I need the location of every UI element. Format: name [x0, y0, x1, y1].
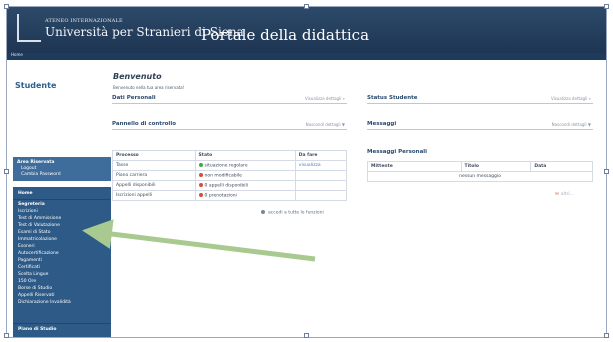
- sidebar-item-esoneri[interactable]: Esoneri: [18, 244, 35, 249]
- table-row: Iscrizioni appelli 0 prenotazioni: [112, 190, 348, 201]
- resize-handle[interactable]: [4, 169, 9, 174]
- main-content: Benvenuto Benvenuto nella tua area riser…: [112, 63, 597, 333]
- access-functions-label: accedi a tutte le funzioni: [268, 210, 324, 216]
- university-subtitle: ATENEO INTERNAZIONALE: [45, 18, 123, 24]
- status-cell: situazione regolare: [194, 160, 296, 171]
- sidebar-item-pagamenti[interactable]: Pagamenti: [18, 258, 42, 263]
- page-title: Benvenuto: [113, 72, 162, 81]
- sidebar-item-dichiarazione-invalidita[interactable]: Dichiarazione Invalidità: [18, 300, 71, 305]
- column-processo: Processo: [112, 150, 196, 161]
- sidebar-item-piano-studio[interactable]: Piano di Studio: [18, 327, 57, 332]
- resize-handle[interactable]: [304, 333, 309, 338]
- sidebar-item-immatricolazione[interactable]: Immatricolazione: [18, 237, 57, 242]
- red-status-icon: [198, 182, 203, 187]
- more-messages-link[interactable]: ✉ altri...: [555, 192, 574, 197]
- more-messages-label: altri...: [560, 192, 574, 197]
- status-cell: 0 prenotazioni: [194, 190, 296, 201]
- resize-handle[interactable]: [304, 4, 309, 9]
- area-riservata-box: Area Riservata Logout Cambia Password: [13, 157, 111, 181]
- dati-personali-header: Dati Personali Visualizza dettagli »: [112, 95, 347, 104]
- sidebar-item-150-ore[interactable]: 150 Ore: [18, 279, 36, 284]
- portal-title: Portale della didattica: [201, 26, 370, 44]
- no-messages-text: nessun messaggio: [367, 171, 593, 182]
- green-status-icon: [198, 162, 203, 167]
- status-text: situazione regolare: [204, 163, 248, 169]
- sidebar-item-esami-stato[interactable]: Esami di Stato: [18, 230, 50, 235]
- resize-handle[interactable]: [604, 169, 609, 174]
- home-link[interactable]: Home: [11, 52, 23, 57]
- table-header-row: Processo Stato Da fare: [112, 150, 348, 161]
- sidebar-item-autocertificazione[interactable]: Autocertificazione: [18, 251, 59, 256]
- resize-handle[interactable]: [4, 333, 9, 338]
- messaggi-header: Messaggi Nascondi dettagli ▼: [367, 121, 593, 130]
- messages-header-row: Mittente Titolo Data: [367, 161, 593, 172]
- pannello-header: Pannello di controllo Nascondi dettagli …: [112, 121, 347, 130]
- sidebar-item-logout[interactable]: Logout: [21, 166, 36, 171]
- pannello-title: Pannello di controllo: [112, 121, 176, 127]
- table-row: Piano carriera non modificabile: [112, 170, 348, 181]
- sidebar-item-home[interactable]: Home: [18, 191, 33, 196]
- status-text: non modificabile: [204, 173, 242, 179]
- sidebar-item-certificati[interactable]: Certificati: [18, 265, 40, 270]
- menu-divider: [13, 323, 111, 324]
- access-functions-link[interactable]: accedi a tutte le funzioni: [261, 210, 324, 216]
- sidebar-item-test-ammissione[interactable]: Test di Ammissione: [18, 216, 61, 221]
- sidebar-item-test-valutazione[interactable]: Test di Valutazione: [18, 223, 60, 228]
- process-name: Iscrizioni appelli: [112, 190, 196, 201]
- messaggi-toggle[interactable]: Nascondi dettagli ▼: [552, 122, 591, 127]
- resize-handle[interactable]: [604, 4, 609, 9]
- university-logo-icon: [17, 14, 41, 42]
- sidebar-item-appelli-riservati[interactable]: Appelli Riservati: [18, 293, 55, 298]
- status-cell: 0 appelli disponibili: [194, 180, 296, 191]
- status-studente-header: Status Studente Visualizza dettagli »: [367, 95, 593, 104]
- visualizza-link[interactable]: visualizza: [294, 160, 348, 171]
- dati-personali-toggle[interactable]: Visualizza dettagli »: [305, 96, 345, 101]
- process-name: Appelli disponibili: [112, 180, 196, 191]
- sidebar-title: Studente: [15, 81, 57, 90]
- pannello-toggle[interactable]: Nascondi dettagli ▼: [306, 122, 345, 127]
- status-studente-toggle[interactable]: Visualizza dettagli »: [551, 96, 591, 101]
- column-mittente: Mittente: [367, 161, 462, 172]
- welcome-message: Benvenuto nella tua area riservata!: [113, 85, 185, 90]
- red-status-icon: [198, 192, 203, 197]
- sidebar-item-borse-studio[interactable]: Borse di Studio: [18, 286, 52, 291]
- top-navigation: Home: [7, 52, 606, 60]
- sidebar-item-area-riservata[interactable]: Area Riservata: [17, 160, 54, 165]
- site-header: ATENEO INTERNAZIONALE Università per Str…: [7, 7, 606, 53]
- sidebar-item-iscrizioni[interactable]: Iscrizioni: [18, 209, 38, 214]
- sidebar-item-cambia-password[interactable]: Cambia Password: [21, 172, 61, 177]
- action-cell: [294, 170, 348, 181]
- column-data: Data: [530, 161, 593, 172]
- status-studente-title: Status Studente: [367, 95, 418, 101]
- table-row: Appelli disponibili 0 appelli disponibil…: [112, 180, 348, 191]
- messaggi-personali-title: Messaggi Personali: [367, 149, 428, 155]
- status-text: 0 appelli disponibili: [204, 183, 249, 189]
- action-cell: [294, 180, 348, 191]
- sidebar-item-scelta-lingue[interactable]: Scelta Lingue: [18, 272, 48, 277]
- sidebar-item-segreteria[interactable]: Segreteria: [18, 202, 45, 207]
- column-stato: Stato: [194, 150, 296, 161]
- table-row: nessun messaggio: [367, 171, 593, 182]
- status-cell: non modificabile: [194, 170, 296, 181]
- screenshot-frame: ATENEO INTERNAZIONALE Università per Str…: [6, 6, 607, 338]
- column-da-fare: Da fare: [294, 150, 348, 161]
- column-titolo: Titolo: [460, 161, 532, 172]
- red-status-icon: [198, 172, 203, 177]
- table-row: Tasse situazione regolare visualizza: [112, 160, 348, 171]
- mail-icon: ✉: [555, 192, 559, 197]
- status-text: 0 prenotazioni: [204, 193, 237, 199]
- sidebar-menu: Home Segreteria Iscrizioni Test di Ammis…: [13, 187, 111, 337]
- messaggi-title: Messaggi: [367, 121, 397, 127]
- menu-divider: [13, 199, 111, 200]
- action-cell: [294, 190, 348, 201]
- messages-table: Mittente Titolo Data nessun messaggio: [367, 161, 593, 182]
- control-panel-table: Processo Stato Da fare Tasse situazione …: [112, 150, 348, 201]
- resize-handle[interactable]: [604, 333, 609, 338]
- process-name: Tasse: [112, 160, 196, 171]
- process-name: Piano carriera: [112, 170, 196, 181]
- dati-personali-title: Dati Personali: [112, 95, 156, 101]
- resize-handle[interactable]: [4, 4, 9, 9]
- sidebar: Studente Area Riservata Logout Cambia Pa…: [13, 63, 111, 337]
- gear-icon: [261, 210, 265, 214]
